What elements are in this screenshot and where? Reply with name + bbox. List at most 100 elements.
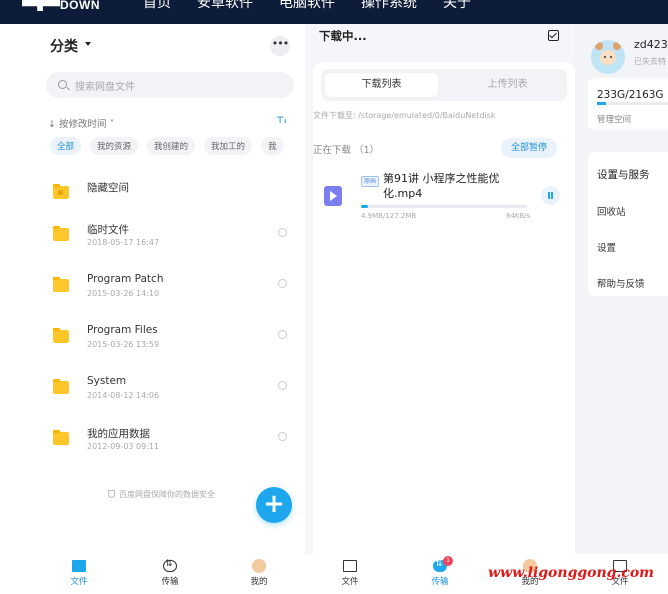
username: zd423 <box>634 38 668 51</box>
download-path: 文件下载至: /storage/emulated/0/BaiduNetdisk <box>313 111 496 120</box>
category-title[interactable]: 分类 <box>50 36 78 56</box>
bear-ear <box>613 42 621 50</box>
logo-mark <box>22 0 60 11</box>
avatar[interactable] <box>591 40 625 74</box>
filter-icon[interactable]: ⊤ᵢ <box>276 116 286 126</box>
select-radio[interactable] <box>278 432 287 441</box>
file-name: 我的应用数据 <box>87 428 150 440</box>
sort-label: 按修改时间 <box>58 119 107 130</box>
filter-chips: 全部 我的资源 我创建的 我加工的 我 <box>50 137 284 155</box>
list-item[interactable]: Program Patch 2015-03-26 14:10 <box>44 273 294 317</box>
recycle-bin-item[interactable]: 回收站 <box>597 204 626 218</box>
chevron-down-icon[interactable] <box>85 42 91 46</box>
chip-my-resources[interactable]: 我的资源 <box>90 137 139 155</box>
bear-ear <box>595 42 603 50</box>
left-margin <box>0 24 44 594</box>
file-date: 2014-08-12 14:06 <box>87 391 160 400</box>
pause-icon[interactable] <box>541 186 560 205</box>
nav-about[interactable]: 关于 <box>443 0 471 12</box>
help-feedback-item[interactable]: 帮助与反馈 <box>597 276 645 290</box>
search-input[interactable]: 搜索网盘文件 <box>46 72 294 98</box>
bear-eye <box>604 56 606 58</box>
add-button[interactable]: + <box>256 487 292 523</box>
in-progress-label: 正在下载 （1） <box>313 145 380 156</box>
notification-badge: 1 <box>443 556 453 566</box>
chip-more[interactable]: 我 <box>261 137 284 155</box>
tab-transfer[interactable]: 1 传输 <box>420 556 460 587</box>
nav-pc[interactable]: 电脑软件 <box>279 0 335 12</box>
page-title: 下载中... <box>319 29 367 43</box>
file-date: 2015-03-26 13:59 <box>87 340 160 349</box>
site-nav: 首页 安卓软件 电脑软件 操作系统 关于 <box>143 0 471 12</box>
chip-processed[interactable]: 我加工的 <box>204 137 253 155</box>
me-screen: zd423 已失去特 233G/2163G 管理空间 设置与服务 回收站 设置 … <box>575 24 668 570</box>
transfer-screen: 下载中... 下载列表 上传列表 文件下载至: /storage/emulate… <box>305 24 575 570</box>
settings-section-title: 设置与服务 <box>597 169 650 181</box>
file-name: Program Patch <box>87 273 164 285</box>
list-item[interactable]: 我的应用数据 2012-09-03 09:11 <box>44 426 294 470</box>
download-speed: 84KB/s <box>506 212 531 220</box>
tab-files[interactable]: 文件 <box>59 560 99 587</box>
download-progress-fill <box>361 205 368 208</box>
file-name: Program Files <box>87 324 158 336</box>
tab-label: 传输 <box>431 577 449 587</box>
file-date: 2012-09-03 09:11 <box>87 442 160 451</box>
transfer-icon <box>163 559 177 572</box>
tab-transfer[interactable]: 传输 <box>150 559 190 587</box>
video-file-icon <box>324 186 342 206</box>
transfer-tabs: 下载列表 上传列表 <box>321 69 567 101</box>
storage-quota: 233G/2163G <box>597 89 664 101</box>
folder-icon <box>72 560 86 572</box>
select-checkbox-icon[interactable] <box>548 30 559 41</box>
storage-card[interactable]: 233G/2163G 管理空间 <box>588 78 668 130</box>
files-screen: 分类 ••• 搜索网盘文件 ↓ 按修改时间 ˅ ⊤ᵢ 全部 我的资源 我创建的 … <box>44 24 305 570</box>
tab-upload-list[interactable]: 上传列表 <box>451 73 564 97</box>
chip-created[interactable]: 我创建的 <box>147 137 196 155</box>
tab-label: 文件 <box>70 577 88 587</box>
manage-space-link[interactable]: 管理空间 <box>597 113 631 125</box>
transfer-card: 下载列表 上传列表 文件下载至: /storage/emulated/0/Bai… <box>313 62 575 562</box>
quality-badge: 原画 <box>361 176 380 187</box>
avatar-icon <box>252 559 266 573</box>
bear-eye <box>610 56 612 58</box>
tab-download-list[interactable]: 下载列表 <box>325 73 438 97</box>
select-radio[interactable] <box>278 228 287 237</box>
folder-icon <box>53 430 69 445</box>
select-radio[interactable] <box>278 330 287 339</box>
tab-label: 我的 <box>250 577 268 587</box>
folder-icon <box>343 560 357 572</box>
tab-files[interactable]: 文件 <box>330 560 370 587</box>
search-icon <box>58 80 67 89</box>
nav-os[interactable]: 操作系统 <box>361 0 417 12</box>
avatar <box>252 559 266 573</box>
more-button[interactable]: ••• <box>270 36 290 56</box>
nav-android[interactable]: 安卓软件 <box>197 0 253 12</box>
site-logo[interactable]: DOWN <box>22 0 100 14</box>
user-status: 已失去特 <box>634 57 666 66</box>
pause-all-button[interactable]: 全部暂停 <box>501 138 558 158</box>
search-placeholder: 搜索网盘文件 <box>75 82 135 93</box>
list-item[interactable]: 隐藏空间 <box>44 180 294 224</box>
list-item[interactable]: 临时文件 2018-05-17 16:47 <box>44 222 294 266</box>
transfer-icon: 1 <box>433 556 453 572</box>
file-name: 临时文件 <box>87 224 129 236</box>
tab-me[interactable]: 我的 <box>239 559 279 587</box>
logo-text: DOWN <box>60 0 100 12</box>
chip-all[interactable]: 全部 <box>50 137 82 155</box>
settings-item[interactable]: 设置 <box>597 240 616 254</box>
download-file-name: 第91讲 小程序之性能优化.mp4 <box>383 172 500 200</box>
nav-home[interactable]: 首页 <box>143 0 171 12</box>
file-date: 2015-03-26 14:10 <box>87 289 160 298</box>
watermark: www.ligonggong.com <box>488 565 654 581</box>
site-header: DOWN 首页 安卓软件 电脑软件 操作系统 关于 <box>0 0 668 24</box>
list-item[interactable]: Program Files 2015-03-26 13:59 <box>44 324 294 368</box>
select-radio[interactable] <box>278 381 287 390</box>
security-note: 百度网盘保障你的数据安全 <box>108 489 215 500</box>
download-size: 4.9MB/127.2MB <box>361 212 417 220</box>
select-radio[interactable] <box>278 279 287 288</box>
sort-button[interactable]: ↓ 按修改时间 ˅ <box>48 116 114 130</box>
settings-card: 设置与服务 回收站 设置 帮助与反馈 <box>588 152 668 296</box>
storage-bar-fill <box>597 102 606 105</box>
storage-bar <box>597 102 668 105</box>
list-item[interactable]: System 2014-08-12 14:06 <box>44 375 294 419</box>
